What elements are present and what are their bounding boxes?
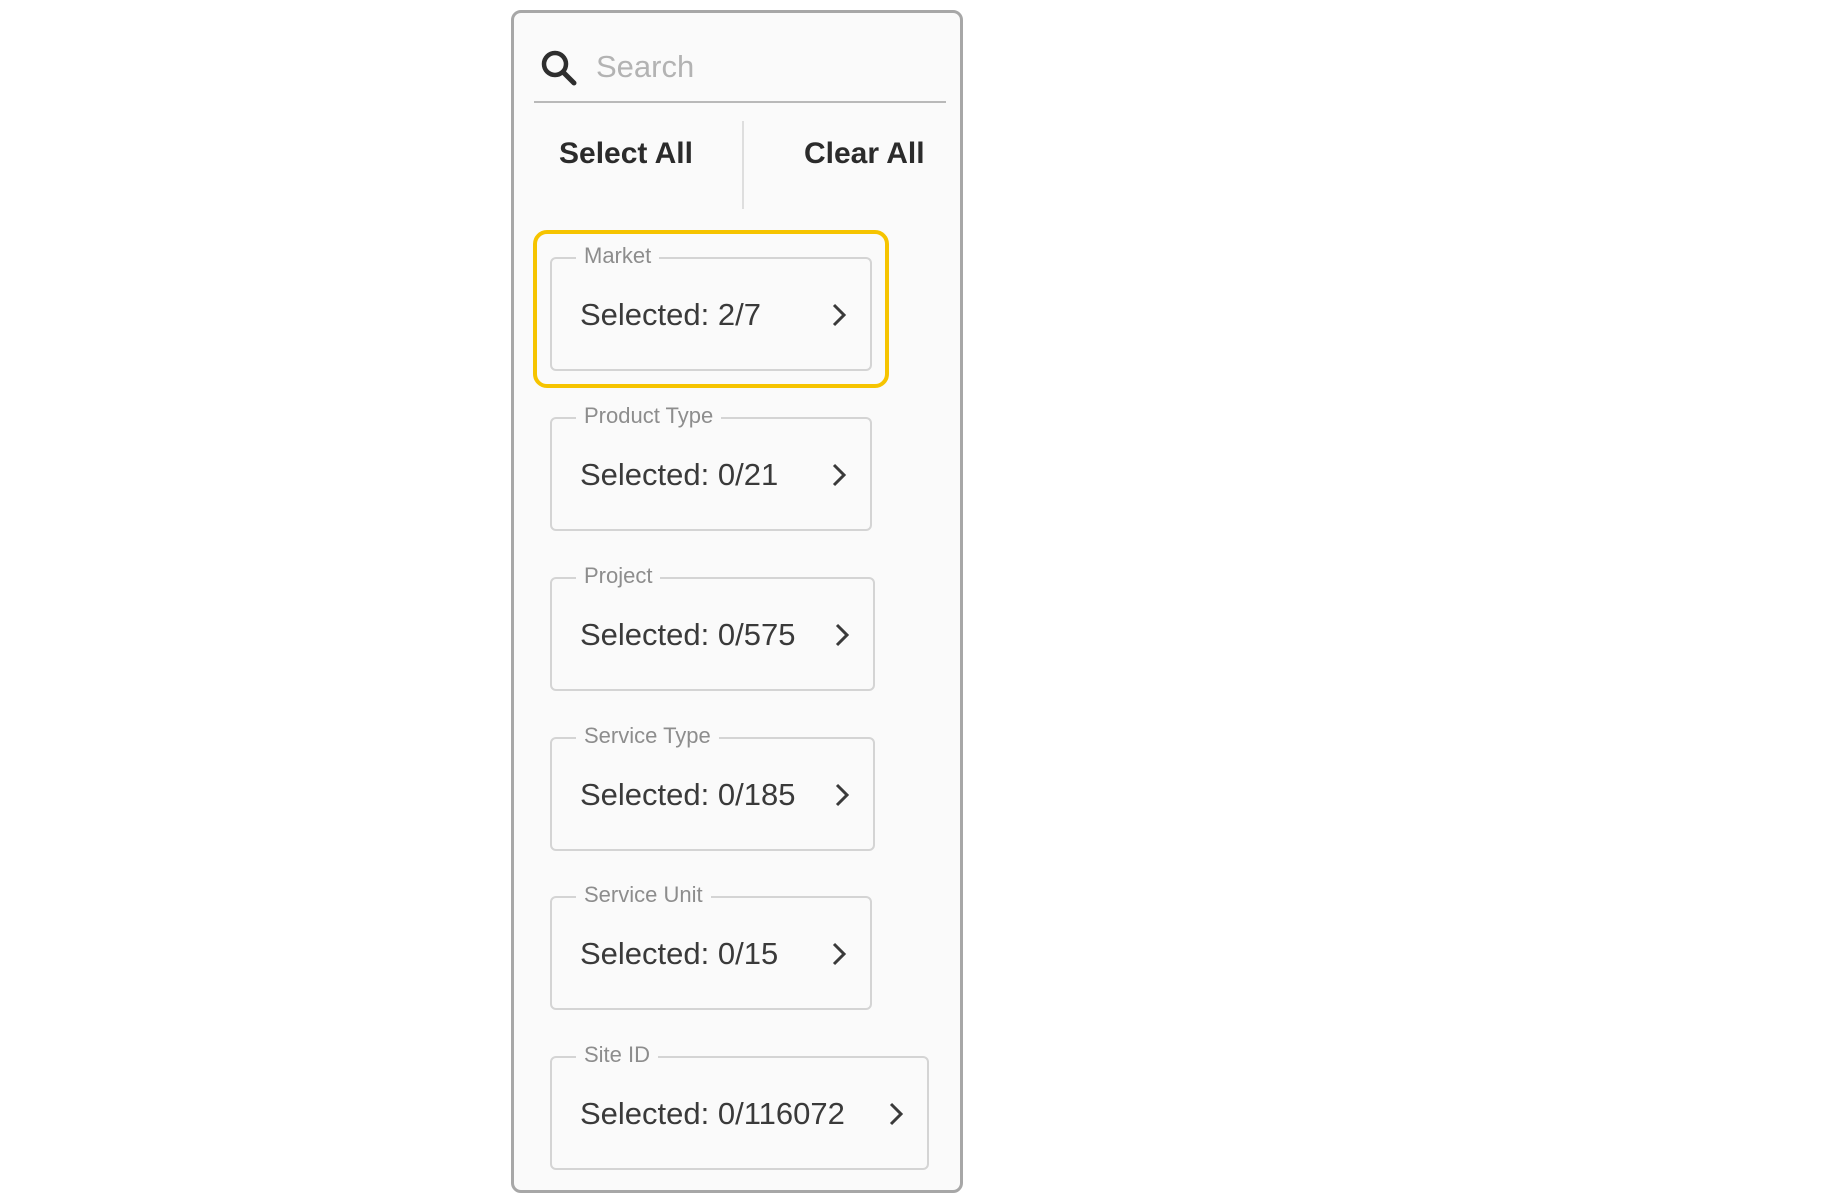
search-bar (534, 39, 946, 103)
chevron-right-icon (832, 463, 847, 487)
clear-all-button[interactable]: Clear All (804, 137, 925, 171)
bulk-actions: Select All Clear All (514, 115, 960, 211)
chevron-right-icon (835, 783, 850, 807)
filter-selected-count: Selected: 0/185 (580, 777, 796, 812)
filter-service-unit[interactable]: Service Unit Selected: 0/15 (550, 880, 872, 1010)
filter-market[interactable]: Market Selected: 2/7 (550, 241, 872, 371)
filter-product-type[interactable]: Product Type Selected: 0/21 (550, 401, 872, 531)
filter-panel: Select All Clear All Market Selected: 2/… (511, 10, 963, 1193)
filter-label: Product Type (576, 401, 722, 431)
chevron-right-icon (835, 623, 850, 647)
filter-selected-count: Selected: 0/15 (580, 936, 779, 971)
chevron-right-icon (832, 303, 847, 327)
filter-selected-count: Selected: 0/575 (580, 617, 796, 652)
filter-label: Site ID (576, 1040, 659, 1070)
filter-label: Market (576, 241, 660, 271)
filter-label: Project (576, 561, 661, 591)
search-input[interactable] (596, 45, 926, 89)
search-icon (541, 50, 577, 86)
filter-project[interactable]: Project Selected: 0/575 (550, 561, 875, 691)
select-all-button[interactable]: Select All (559, 137, 693, 171)
filter-service-type[interactable]: Service Type Selected: 0/185 (550, 721, 875, 851)
filter-selected-count: Selected: 0/116072 (580, 1096, 845, 1131)
filter-selected-count: Selected: 2/7 (580, 297, 761, 332)
chevron-right-icon (832, 942, 847, 966)
filter-label: Service Type (576, 721, 719, 751)
filter-label: Service Unit (576, 880, 711, 910)
actions-divider (742, 121, 744, 209)
chevron-right-icon (889, 1102, 904, 1126)
filter-selected-count: Selected: 0/21 (580, 457, 779, 492)
filter-site-id[interactable]: Site ID Selected: 0/116072 (550, 1040, 929, 1170)
